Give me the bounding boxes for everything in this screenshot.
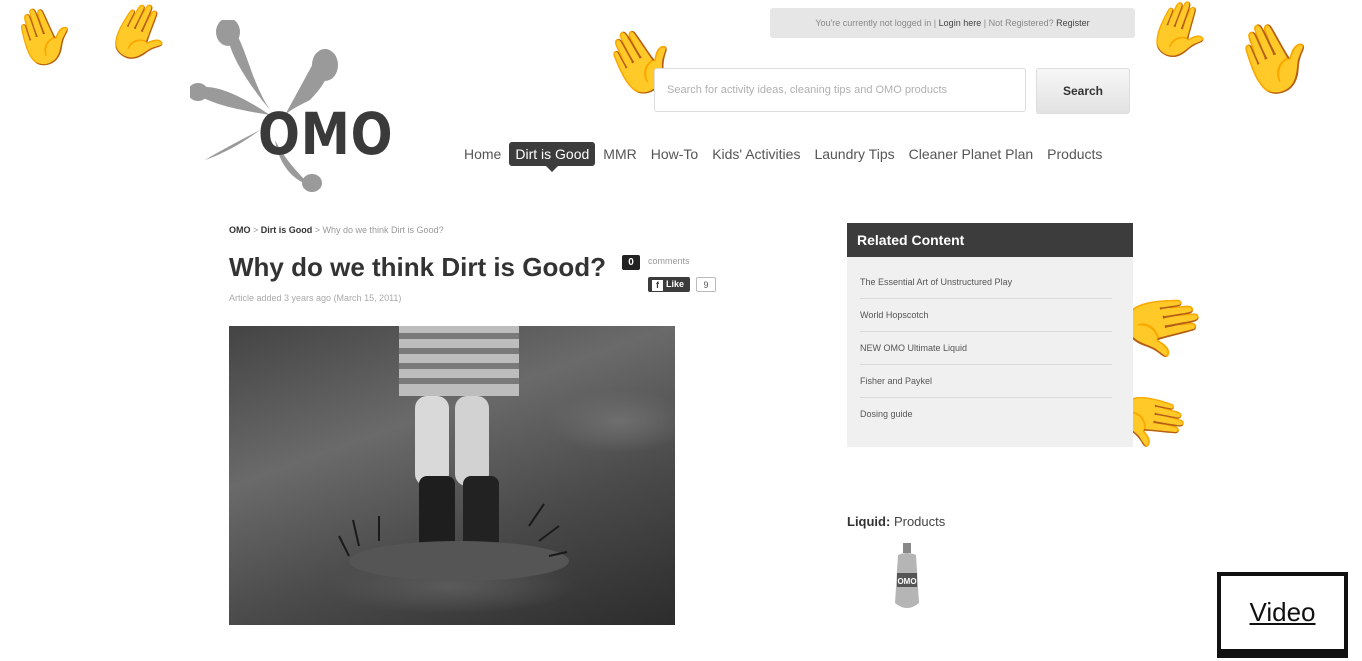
hand-print-decoration: ✋ [1117,275,1210,375]
facebook-icon: f [652,280,663,291]
facebook-like-button[interactable]: f Like [648,277,690,292]
register-link[interactable]: Register [1056,18,1090,28]
comments-label[interactable]: comments [648,256,690,266]
related-item-fisher-and-paykel[interactable]: Fisher and Paykel [860,365,1112,398]
breadcrumb-current: Why do we think Dirt is Good? [322,225,444,235]
liquid-category-label: Liquid: [847,514,891,529]
omo-liquid-bottle-image[interactable]: OMO [892,543,922,613]
login-status-bar: You're currently not logged in | Login h… [770,8,1135,38]
nav-item-kids-activities[interactable]: Kids' Activities [706,142,806,166]
article-title: Why do we think Dirt is Good? [229,252,606,282]
article-date: Article added 3 years ago (March 15, 201… [229,293,402,303]
breadcrumb-section-link[interactable]: Dirt is Good [261,225,313,235]
hand-print-decoration: ✋ [0,0,87,78]
omo-logo-text[interactable]: OMO [258,100,393,168]
breadcrumb-root-link[interactable]: OMO [229,225,251,235]
related-content-heading: Related Content [847,223,1133,263]
related-item-unstructured-play[interactable]: The Essential Art of Unstructured Play [860,266,1112,299]
hand-print-decoration: ✋ [1136,0,1224,72]
nav-item-how-to[interactable]: How-To [645,142,704,166]
nav-item-products[interactable]: Products [1041,142,1108,166]
login-status-text: You're currently not logged in | [815,18,937,28]
nav-item-home[interactable]: Home [458,142,507,166]
liquid-products-heading: Liquid: Products [847,514,945,529]
hand-print-decoration: ✋ [95,0,185,75]
video-button[interactable]: Video [1217,572,1348,653]
register-prompt-text: | Not Registered? [983,18,1054,28]
main-nav: Home Dirt is Good MMR How-To Kids' Activ… [458,142,1110,172]
related-content-list: The Essential Art of Unstructured Play W… [860,266,1112,430]
nav-item-laundry-tips[interactable]: Laundry Tips [808,142,900,166]
search-button[interactable]: Search [1036,68,1130,114]
search-input[interactable] [654,68,1026,112]
like-label: Like [666,279,685,289]
nav-item-dirt-is-good[interactable]: Dirt is Good [509,142,596,172]
breadcrumb: OMO > Dirt is Good > Why do we think Dir… [229,225,444,235]
like-count: 9 [696,277,716,292]
related-item-omo-ultimate-liquid[interactable]: NEW OMO Ultimate Liquid [860,332,1112,365]
comments-count-badge[interactable]: 0 [622,255,640,270]
related-item-world-hopscotch[interactable]: World Hopscotch [860,299,1112,332]
breadcrumb-separator: > [250,225,261,235]
related-item-dosing-guide[interactable]: Dosing guide [860,398,1112,430]
login-link[interactable]: Login here [939,18,982,28]
article-photo-puddle-splash [229,326,675,625]
breadcrumb-separator: > [312,225,323,235]
video-stand [1217,652,1348,658]
products-label: Products [893,514,946,529]
nav-item-cleaner-planet-plan[interactable]: Cleaner Planet Plan [903,142,1040,166]
hand-print-decoration: ✋ [1217,3,1330,111]
photo-illustration [338,326,569,581]
bottle-label: OMO [897,577,916,586]
nav-item-mmr[interactable]: MMR [597,142,642,166]
